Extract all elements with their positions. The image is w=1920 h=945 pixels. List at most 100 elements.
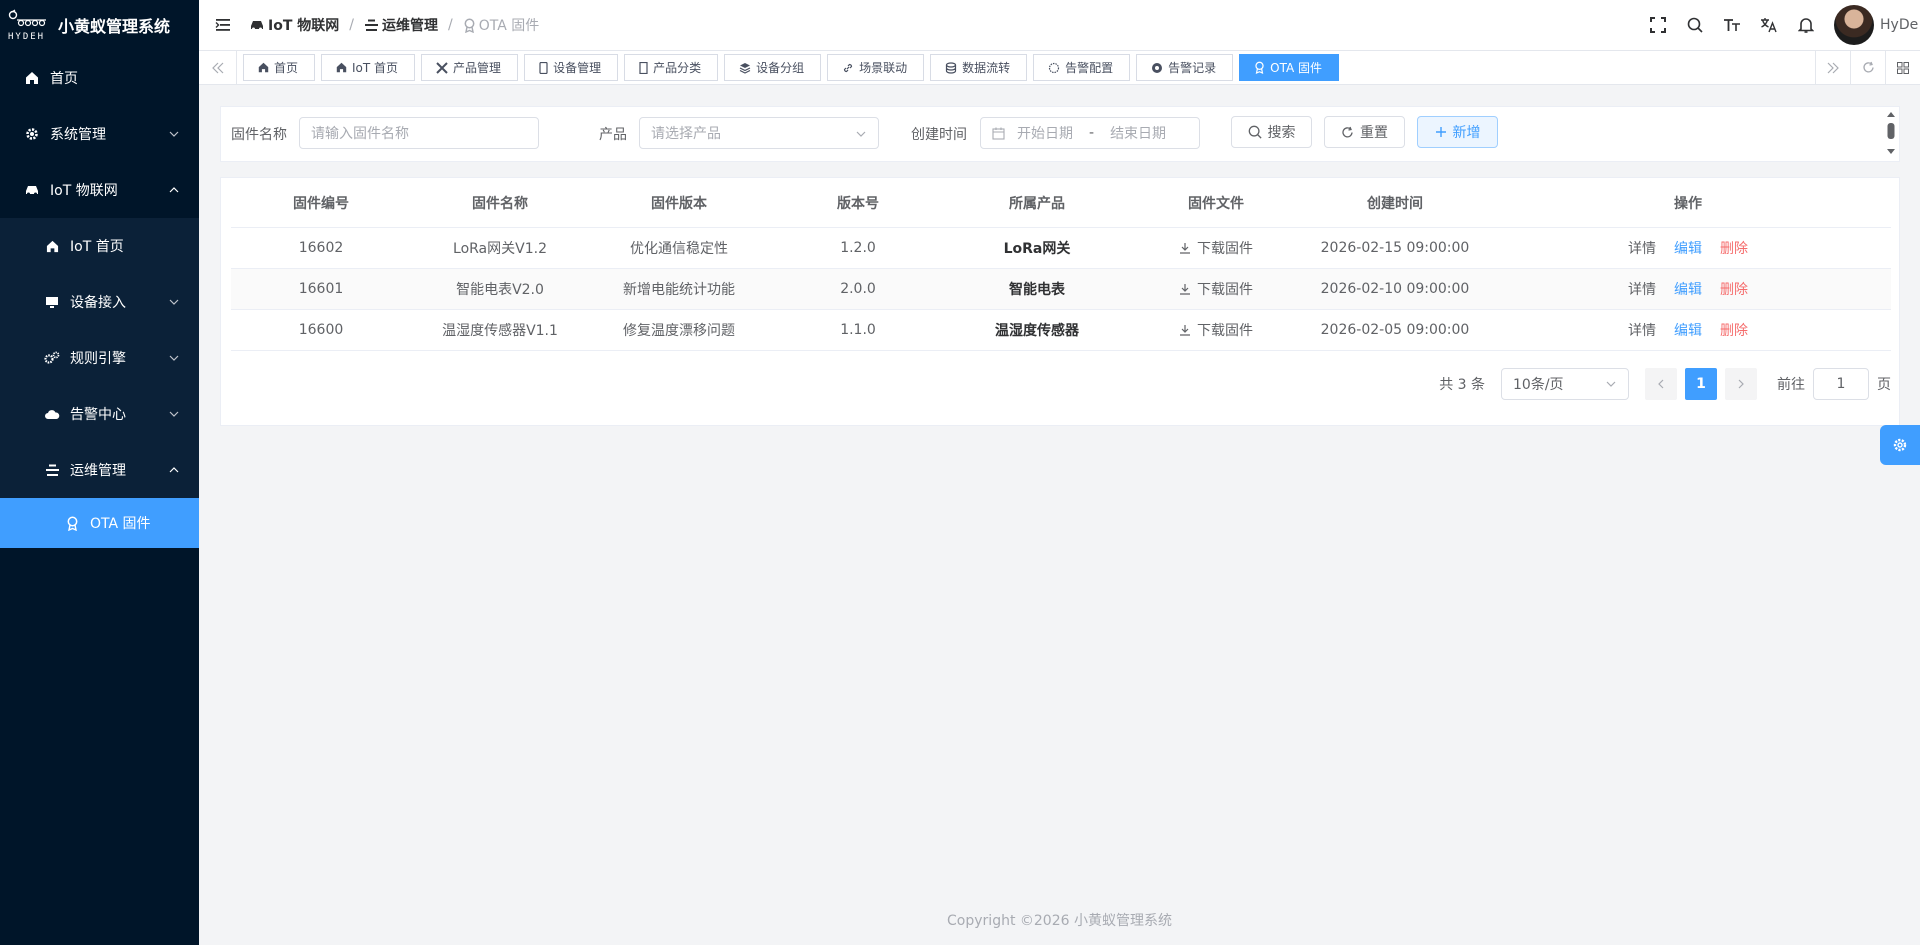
firmware-table-card: 固件编号 固件名称 固件版本 版本号 所属产品 固件文件 创建时间 操作 166…: [220, 177, 1900, 426]
logo-text: HYDEH: [8, 31, 46, 42]
sidebar-item-system[interactable]: 系统管理: [0, 106, 199, 162]
sidebar-item-iot[interactable]: IoT 物联网: [0, 162, 199, 218]
start-date-input[interactable]: 开始日期: [1017, 123, 1073, 143]
app-title: 小黄蚁管理系统: [58, 17, 171, 36]
next-page-button[interactable]: [1725, 368, 1757, 400]
sidebar-item-alarm-center[interactable]: 告警中心: [0, 386, 199, 442]
breadcrumb-item-iot[interactable]: IoT 物联网: [249, 15, 339, 35]
chevron-down-icon: [856, 131, 866, 137]
download-firmware-link[interactable]: 下载固件: [1179, 320, 1253, 340]
delete-button[interactable]: 删除: [1720, 238, 1748, 258]
detail-button[interactable]: 详情: [1628, 320, 1656, 340]
tag-scene-linkage[interactable]: 场景联动: [827, 54, 925, 81]
page-number-button[interactable]: 1: [1685, 368, 1717, 400]
tag-data-flow[interactable]: 数据流转: [930, 54, 1028, 81]
monitor-icon: [44, 294, 60, 310]
sidebar-item-ota-firmware[interactable]: OTA 固件: [0, 498, 199, 548]
avatar[interactable]: [1834, 5, 1874, 45]
sidebar-item-ops[interactable]: 运维管理: [0, 442, 199, 498]
sidebar-item-iot-home[interactable]: IoT 首页: [0, 218, 199, 274]
firmware-id: 16601: [298, 281, 344, 297]
sidebar-item-rule-engine[interactable]: 规则引擎: [0, 330, 199, 386]
chevron-down-icon: [169, 299, 179, 305]
tag-device-group[interactable]: 设备分组: [724, 54, 822, 81]
created-time: 2026-02-10 09:00:00: [1320, 281, 1470, 297]
detail-button[interactable]: 详情: [1628, 238, 1656, 258]
pagination: 共 3 条 10条/页 1 前往 1 页: [1439, 368, 1891, 400]
breadcrumb: IoT 物联网 / 运维管理 / OTA 固件: [249, 15, 539, 35]
tag-alarm-record[interactable]: 告警记录: [1136, 54, 1234, 81]
tags-scroll-right-icon[interactable]: [1815, 51, 1850, 84]
translate-icon[interactable]: [1750, 17, 1787, 33]
link-icon: [844, 63, 853, 72]
add-button[interactable]: 新增: [1417, 116, 1498, 148]
tags-list: 首页 IoT 首页 产品管理 设备管理 产品分类 设备分组 场景联动 数据流转 …: [237, 54, 1815, 81]
chevron-down-icon: [169, 131, 179, 137]
medal-icon: [64, 515, 80, 531]
tag-iot-home[interactable]: IoT 首页: [321, 54, 416, 81]
version-number: 1.2.0: [840, 240, 876, 256]
edit-button[interactable]: 编辑: [1674, 279, 1702, 299]
tag-product-management[interactable]: 产品管理: [421, 54, 519, 81]
date-range-picker[interactable]: 开始日期 - 结束日期: [980, 117, 1200, 149]
delete-button[interactable]: 删除: [1720, 320, 1748, 340]
search-icon: [1248, 125, 1262, 139]
sidebar-item-label: IoT 首页: [70, 239, 124, 255]
chevron-down-icon: [169, 355, 179, 361]
menu-toggle-icon[interactable]: [203, 18, 243, 32]
home-icon: [24, 70, 40, 86]
fullscreen-icon[interactable]: [1639, 17, 1676, 33]
sidebar-item-label: 运维管理: [70, 463, 126, 479]
refresh-icon[interactable]: [1850, 51, 1885, 84]
column-header: 操作: [1674, 195, 1702, 212]
search-icon[interactable]: [1676, 17, 1713, 33]
download-firmware-link[interactable]: 下载固件: [1179, 279, 1253, 299]
font-size-icon[interactable]: [1713, 18, 1750, 32]
edit-button[interactable]: 编辑: [1674, 238, 1702, 258]
sidebar-item-label: 告警中心: [70, 407, 126, 423]
firmware-table: 固件编号 固件名称 固件版本 版本号 所属产品 固件文件 创建时间 操作 166…: [231, 178, 1891, 351]
footer-copyright: Copyright ©2026 小黄蚁管理系统: [947, 913, 1172, 929]
column-header: 固件版本: [651, 195, 707, 212]
firmware-name-input[interactable]: 请输入固件名称: [299, 117, 539, 149]
tablet-icon: [639, 61, 648, 74]
table-row: 16600 温湿度传感器V1.1 修复温度漂移问题 1.1.0 温湿度传感器 下…: [231, 310, 1891, 351]
column-header: 所属产品: [1009, 195, 1065, 212]
grid-menu-icon[interactable]: [1885, 51, 1920, 84]
tags-scroll-left-icon[interactable]: [199, 51, 237, 84]
column-header: 创建时间: [1367, 195, 1423, 212]
home-icon: [258, 62, 269, 73]
edit-button[interactable]: 编辑: [1674, 320, 1702, 340]
scrollbar[interactable]: [1885, 109, 1897, 159]
reset-button[interactable]: 重置: [1324, 116, 1405, 148]
product-name: 温湿度传感器: [995, 323, 1079, 339]
username[interactable]: HyDe: [1880, 17, 1920, 33]
prev-page-button[interactable]: [1645, 368, 1677, 400]
breadcrumb-separator: /: [447, 17, 453, 33]
download-firmware-link[interactable]: 下载固件: [1179, 238, 1253, 258]
tag-product-category[interactable]: 产品分类: [624, 54, 719, 81]
sidebar-item-device-access[interactable]: 设备接入: [0, 274, 199, 330]
sidebar-item-home[interactable]: 首页: [0, 50, 199, 106]
tag-home[interactable]: 首页: [243, 54, 316, 81]
logo[interactable]: HYDEH 小黄蚁管理系统: [0, 0, 199, 50]
bell-icon[interactable]: [1787, 17, 1824, 34]
medal-icon: [1255, 61, 1264, 74]
gear-icon: [24, 126, 40, 142]
product-select[interactable]: 请选择产品: [639, 117, 879, 149]
end-date-input[interactable]: 结束日期: [1110, 123, 1166, 143]
goto-page-input[interactable]: 1: [1813, 368, 1869, 400]
car-icon: [251, 21, 263, 31]
tag-ota-firmware[interactable]: OTA 固件: [1239, 54, 1340, 81]
tag-device-management[interactable]: 设备管理: [524, 54, 619, 81]
breadcrumb-item-ops[interactable]: 运维管理: [364, 15, 438, 35]
ops-icon: [44, 462, 60, 478]
tag-alarm-config[interactable]: 告警配置: [1033, 54, 1131, 81]
page-size-select[interactable]: 10条/页: [1501, 368, 1629, 400]
delete-button[interactable]: 删除: [1720, 279, 1748, 299]
search-form: 固件名称 请输入固件名称 产品 请选择产品 创建时间 开始日期 - 结束日期 搜…: [220, 106, 1900, 162]
detail-button[interactable]: 详情: [1628, 279, 1656, 299]
search-button[interactable]: 搜索: [1231, 116, 1312, 148]
header-actions: HyDe: [1639, 0, 1920, 50]
settings-drawer-button[interactable]: [1880, 425, 1920, 465]
